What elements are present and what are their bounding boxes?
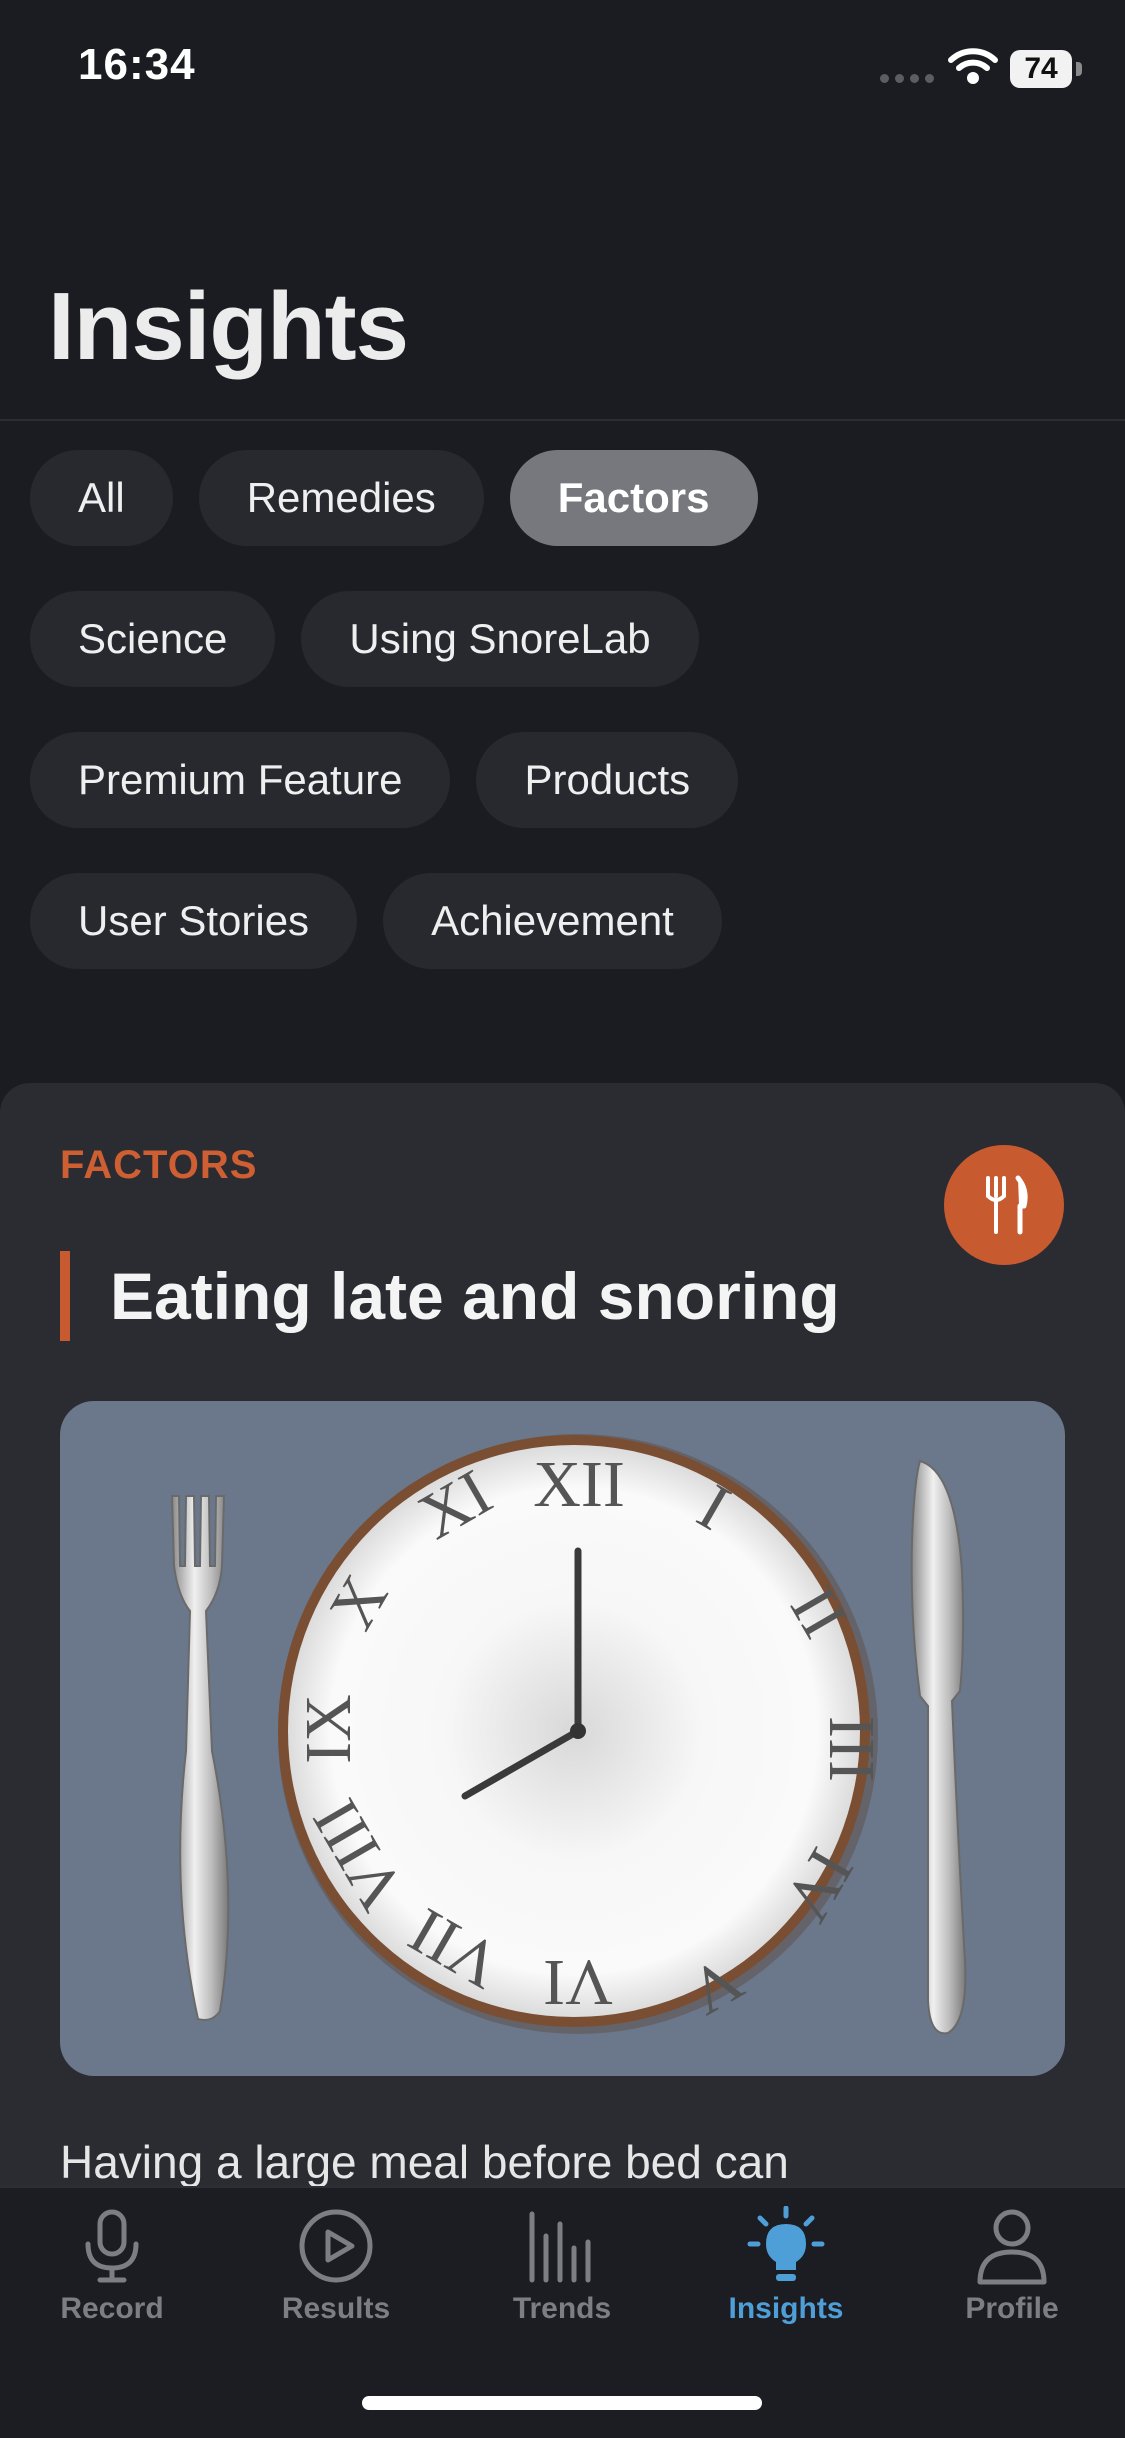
tab-record[interactable]: Record bbox=[12, 2206, 212, 2326]
page-title: Insights bbox=[48, 273, 409, 380]
battery-indicator: 74 bbox=[1010, 50, 1072, 88]
filter-chips: All Remedies Factors Science Using Snore… bbox=[30, 450, 1110, 1014]
card-category: FACTORS bbox=[60, 1143, 258, 1187]
bar-chart-icon bbox=[529, 2211, 591, 2283]
tab-profile[interactable]: Profile bbox=[912, 2206, 1112, 2326]
battery-tip bbox=[1076, 62, 1082, 76]
tab-label: Insights bbox=[728, 2292, 844, 2325]
tab-label: Results bbox=[281, 2292, 391, 2325]
lightbulb-icon bbox=[747, 2206, 825, 2281]
tab-insights[interactable]: Insights bbox=[686, 2206, 886, 2326]
microphone-icon bbox=[85, 2209, 139, 2283]
chip-row: Premium Feature Products bbox=[30, 732, 1110, 828]
plate-clock-illustration: XII I II III IV V VI VII VIII IX X XI bbox=[60, 1401, 1065, 2076]
tab-label: Profile bbox=[965, 2292, 1059, 2325]
status-time: 16:34 bbox=[78, 40, 196, 89]
cellular-signal-icon bbox=[880, 74, 934, 83]
chip-row: Science Using SnoreLab bbox=[30, 591, 1110, 687]
chip-premium-feature[interactable]: Premium Feature bbox=[30, 732, 451, 828]
chip-remedies[interactable]: Remedies bbox=[198, 450, 484, 546]
svg-text:XII: XII bbox=[533, 1448, 625, 1521]
chip-using-snorelab[interactable]: Using SnoreLab bbox=[301, 591, 699, 687]
header-divider bbox=[0, 419, 1125, 421]
chip-user-stories[interactable]: User Stories bbox=[30, 873, 358, 969]
wifi-icon bbox=[948, 48, 998, 84]
play-circle-icon bbox=[299, 2209, 373, 2283]
insight-card[interactable]: FACTORS Eating late and snoring XII I II… bbox=[0, 1083, 1125, 2233]
status-bar: 16:34 74 bbox=[0, 0, 1125, 140]
knife-icon bbox=[910, 1459, 967, 2035]
svg-text:IX: IX bbox=[292, 1694, 365, 1764]
battery-level: 74 bbox=[1024, 52, 1058, 85]
card-title: Eating late and snoring bbox=[110, 1259, 840, 1333]
fork-icon bbox=[170, 1495, 230, 2021]
person-icon bbox=[977, 2209, 1047, 2285]
chip-achievement[interactable]: Achievement bbox=[383, 873, 722, 969]
card-excerpt: Having a large meal before bed can bbox=[60, 2136, 789, 2188]
chip-row: User Stories Achievement bbox=[30, 873, 1110, 969]
tab-bar: Record Results Trends Insights Profile bbox=[0, 2186, 1125, 2438]
svg-text:III: III bbox=[815, 1716, 888, 1782]
tab-trends[interactable]: Trends bbox=[462, 2206, 662, 2326]
chip-factors[interactable]: Factors bbox=[509, 450, 758, 546]
card-title-accent: Eating late and snoring bbox=[60, 1251, 840, 1341]
chip-products[interactable]: Products bbox=[476, 732, 739, 828]
home-indicator[interactable] bbox=[362, 2396, 762, 2410]
tab-label: Trends bbox=[512, 2292, 612, 2325]
chip-row: All Remedies Factors bbox=[30, 450, 1110, 546]
svg-text:VI: VI bbox=[543, 1946, 613, 2019]
cutlery-icon bbox=[944, 1145, 1064, 1265]
tab-results[interactable]: Results bbox=[236, 2206, 436, 2326]
chip-all[interactable]: All bbox=[30, 450, 173, 546]
tab-label: Record bbox=[60, 2292, 164, 2325]
chip-science[interactable]: Science bbox=[30, 591, 276, 687]
